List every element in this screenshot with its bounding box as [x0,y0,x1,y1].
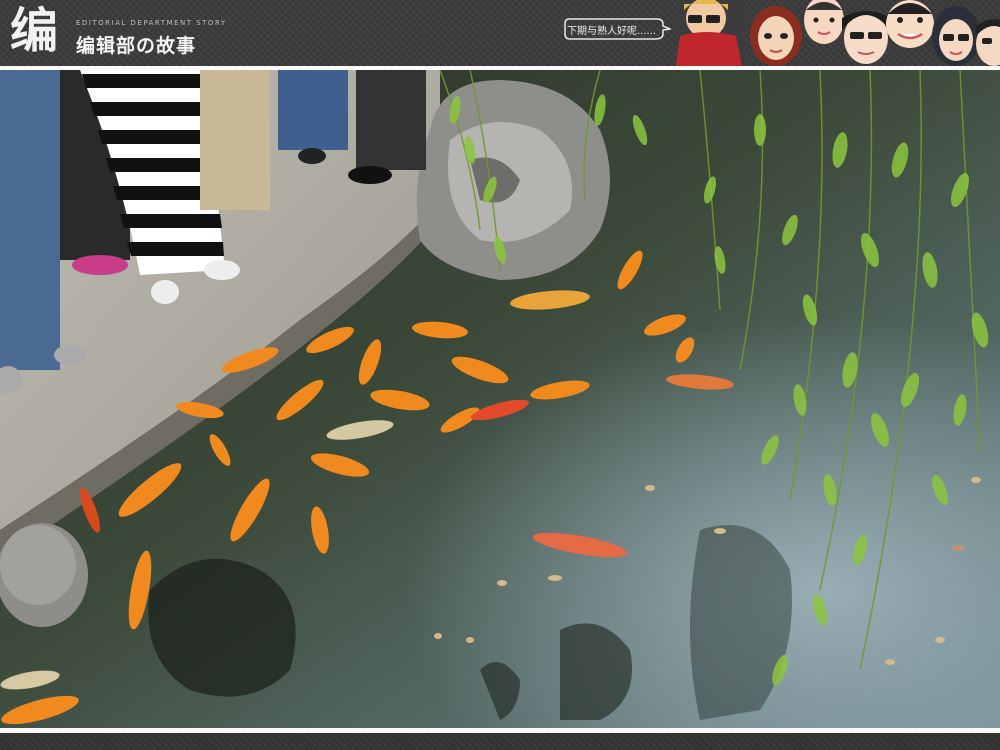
koi-pond-photo [0,70,1000,728]
site-footer [0,733,1000,750]
logo-subtitle: EDITORIAL DEPARTMENT STORY [76,19,227,27]
cartoon-faces-icon [676,0,1000,66]
site-header: 编 EDITORIAL DEPARTMENT STORY 编辑部の故事 下期与熟… [0,0,1000,66]
logo-title[interactable]: 编辑部の故事 [76,31,196,58]
logo-mark-icon[interactable]: 编 [10,5,72,57]
koi-pond-illustration [0,70,1000,728]
speech-bubble-text: 下期与熟人好呢...... [567,26,657,37]
